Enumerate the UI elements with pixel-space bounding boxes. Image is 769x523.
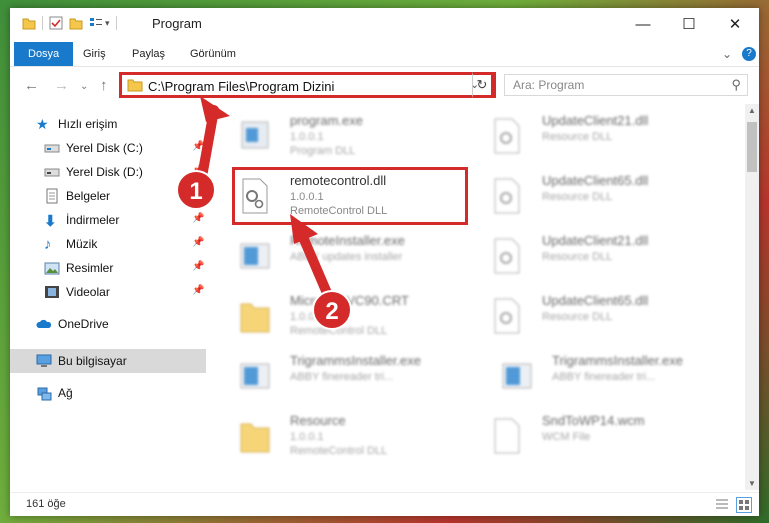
view-icon[interactable]	[89, 16, 103, 30]
nav-item-muzik[interactable]: ♪ Müzik 📌	[10, 232, 206, 256]
separator	[115, 16, 117, 30]
large-icons-view-icon[interactable]	[736, 497, 752, 513]
nav-item-indirmeler[interactable]: ⬇ İndirmeler 📌	[10, 208, 206, 232]
installer-icon	[240, 243, 270, 269]
pin-icon[interactable]: 📌	[192, 261, 204, 272]
pictures-icon	[44, 262, 60, 275]
tab-paylas[interactable]: Paylaş	[132, 42, 165, 66]
item-count: 161 öğe	[26, 498, 66, 510]
nav-item-network[interactable]: Ağ	[10, 381, 206, 405]
scroll-up-icon[interactable]: ▲	[748, 106, 756, 115]
scroll-down-icon[interactable]: ▼	[748, 479, 756, 488]
installer-icon	[240, 363, 270, 389]
videos-icon	[45, 286, 59, 298]
ribbon: Dosya Giriş Paylaş Görünüm ⌄ ?	[10, 42, 759, 67]
address-bar[interactable]: C:\Program Files\Program Dizini ⌄	[119, 72, 496, 98]
drive-icon	[44, 144, 60, 153]
vertical-scrollbar[interactable]: ▲ ▼	[745, 104, 759, 490]
properties-icon[interactable]	[49, 16, 63, 30]
navigation-pane: ★ Hızlı erişim Yerel Disk (C:) 📌 Yerel D…	[10, 108, 206, 488]
highlight-box	[232, 167, 468, 225]
pin-icon[interactable]: 📌	[192, 285, 204, 296]
exe-icon	[241, 121, 269, 149]
details-view-icon[interactable]	[715, 498, 729, 512]
quick-access-toolbar: ▾	[22, 16, 123, 30]
step-badge-1: 1	[176, 170, 216, 210]
status-bar: 161 öğe	[10, 492, 759, 516]
help-icon[interactable]: ?	[742, 47, 756, 61]
nav-item-disk-c[interactable]: Yerel Disk (C:) 📌	[10, 136, 206, 160]
pin-icon[interactable]: 📌	[192, 213, 204, 224]
dll-icon	[494, 178, 520, 214]
refresh-icon[interactable]: ↻	[472, 72, 494, 98]
star-icon: ★	[36, 116, 49, 132]
search-placeholder: Ara: Program	[513, 78, 585, 92]
up-icon[interactable]: ↑	[100, 77, 108, 94]
network-icon	[37, 387, 52, 401]
close-icon[interactable]: ✕	[712, 8, 758, 40]
folder-icon	[240, 423, 270, 453]
nav-item-this-pc[interactable]: Bu bilgisayar	[10, 349, 206, 373]
nav-item-quick-access[interactable]: ★ Hızlı erişim	[10, 112, 206, 136]
customize-dropdown-icon[interactable]: ▾	[105, 18, 110, 29]
scrollbar-thumb[interactable]	[747, 122, 757, 172]
new-folder-icon[interactable]	[69, 16, 83, 30]
folder-icon	[127, 79, 143, 92]
tab-giris[interactable]: Giriş	[83, 42, 106, 66]
title-bar: ▾ Program — ☐ ✕	[10, 8, 759, 40]
tab-gorunum[interactable]: Görünüm	[190, 42, 236, 66]
search-box[interactable]: Ara: Program ⚲	[504, 74, 748, 96]
drive-icon	[44, 168, 60, 177]
address-path: C:\Program Files\Program Dizini	[148, 79, 335, 94]
file-item[interactable]: Resource 1.0.0.1 RemoteControl DLL	[220, 408, 460, 462]
nav-item-resimler[interactable]: Resimler 📌	[10, 256, 206, 280]
documents-icon	[46, 188, 58, 204]
recent-dropdown-icon[interactable]: ⌄	[80, 81, 88, 92]
search-icon[interactable]: ⚲	[731, 77, 741, 93]
forward-icon[interactable]: →	[54, 77, 69, 94]
minimize-icon[interactable]: —	[620, 8, 666, 40]
file-item[interactable]: UpdateClient21.dll Resource DLL	[472, 108, 712, 162]
folder-icon	[240, 303, 270, 333]
explorer-window: ▾ Program — ☐ ✕ Dosya Giriş Paylaş Görün…	[10, 8, 759, 516]
dll-icon	[494, 238, 520, 274]
maximize-icon[interactable]: ☐	[666, 8, 712, 40]
file-item[interactable]: TrigrammsInstaller.exe ABBY finereader t…	[482, 348, 722, 402]
file-item[interactable]: SndToWP14.wcm WCM File	[472, 408, 712, 462]
nav-item-onedrive[interactable]: OneDrive	[10, 312, 206, 336]
file-item[interactable]: UpdateClient65.dll Resource DLL	[472, 288, 712, 342]
tab-dosya[interactable]: Dosya	[14, 42, 74, 66]
back-icon[interactable]: ←	[24, 77, 39, 94]
pin-icon[interactable]: 📌	[192, 141, 204, 152]
cloud-icon	[36, 319, 52, 328]
address-row: ← → ⌄ ↑ C:\Program Files\Program Dizini …	[10, 67, 759, 103]
file-list: program.exe 1.0.0.1 Program DLL UpdateCl…	[210, 104, 742, 490]
step-badge-2: 2	[312, 290, 352, 330]
music-icon: ♪	[44, 236, 52, 253]
pin-icon[interactable]: 📌	[192, 237, 204, 248]
installer-icon	[502, 363, 532, 389]
file-item[interactable]: TrigrammsInstaller.exe ABBY finereader t…	[220, 348, 460, 402]
nav-item-videolar[interactable]: Videolar 📌	[10, 280, 206, 304]
file-item[interactable]: UpdateClient65.dll Resource DLL	[472, 168, 712, 222]
file-item[interactable]: UpdateClient21.dll Resource DLL	[472, 228, 712, 282]
separator	[42, 16, 43, 30]
file-icon	[494, 418, 520, 454]
window-title: Program	[152, 16, 202, 31]
folder-icon[interactable]	[22, 16, 36, 30]
downloads-icon: ⬇	[44, 213, 57, 230]
file-item[interactable]: program.exe 1.0.0.1 Program DLL	[220, 108, 460, 162]
file-item[interactable]: RemoteInstaller.exe ABBY updates install…	[220, 228, 460, 282]
nav-item-disk-d[interactable]: Yerel Disk (D:) 📌	[10, 160, 206, 184]
dll-icon	[494, 118, 520, 154]
computer-icon	[36, 354, 52, 367]
dll-icon	[494, 298, 520, 334]
expand-ribbon-icon[interactable]: ⌄	[722, 42, 732, 66]
